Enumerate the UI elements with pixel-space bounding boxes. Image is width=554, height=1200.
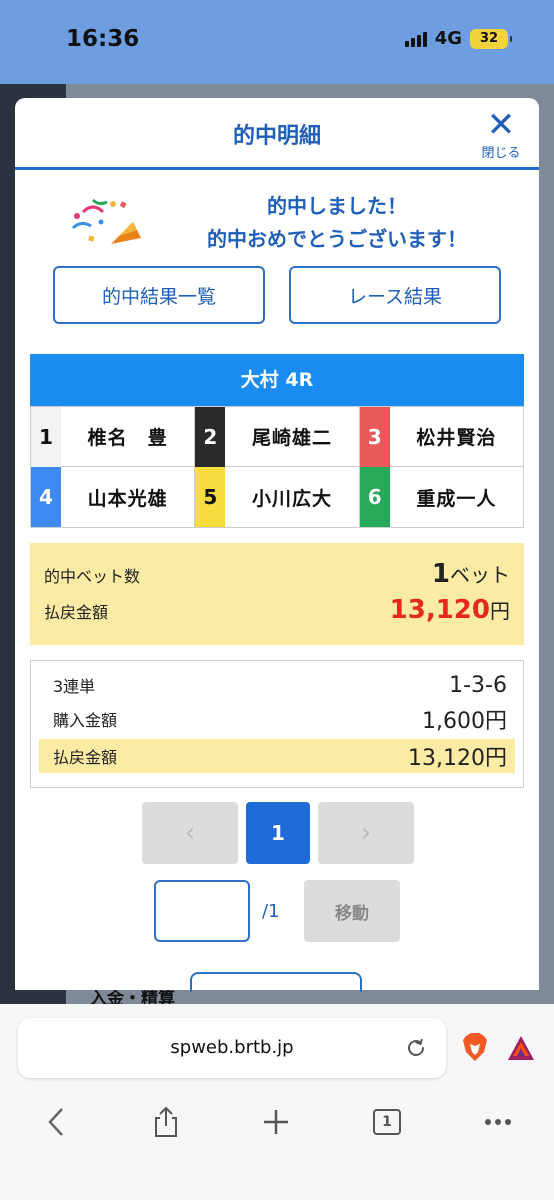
tab-count: 1	[373, 1109, 401, 1135]
racer-cell-6: 6 重成一人	[359, 467, 523, 527]
status-icons: 4G 32	[404, 28, 512, 49]
payout-unit: 円	[490, 599, 510, 623]
modal-header: 的中明細 ✕ 閉じる	[15, 98, 539, 170]
detail-payout-row: 払戻金額 13,120円	[39, 739, 515, 773]
detail-payout-label: 払戻金額	[53, 748, 118, 767]
prev-page-button[interactable]: ‹	[142, 802, 238, 864]
payout-value: 13,120円	[390, 595, 510, 625]
lane-badge: 2	[195, 406, 226, 467]
purchase-value: 1,600円	[422, 709, 507, 734]
move-button[interactable]: 移動	[304, 880, 400, 942]
congrats-message: 的中しました！ 的中おめでとうございます！	[135, 190, 539, 256]
congrats-line1: 的中しました！	[267, 194, 407, 218]
close-button[interactable]: ✕ 閉じる	[477, 105, 525, 161]
racer-cell-3: 3 松井賢治	[359, 406, 523, 467]
bet-type-label: 3連単	[53, 677, 96, 696]
lane-badge: 1	[31, 406, 61, 467]
close-label: 閉じる	[481, 146, 521, 161]
racer-row: 1 椎名 豊 2 尾崎雄二 3 松井賢治	[31, 406, 523, 467]
lane-badge: 4	[31, 467, 61, 527]
back-icon[interactable]	[36, 1104, 76, 1140]
payout-row: 払戻金額 13,120円	[44, 595, 510, 625]
racer-name: 尾崎雄二	[251, 427, 332, 449]
action-buttons: 的中結果一覧 レース結果	[53, 266, 501, 324]
combination-value: 1-3-6	[449, 672, 507, 698]
status-bar: 16:36 4G 32	[0, 0, 554, 84]
hit-bets-value: 1ベット	[432, 559, 510, 589]
page-jump: /1 移動	[154, 880, 400, 942]
hit-bets-label: 的中ベット数	[44, 567, 141, 586]
page-total: /1	[262, 900, 280, 922]
hit-detail-modal: 的中明細 ✕ 閉じる 的中しました！ 的中おめでとうございます！ 的中結果一覧 …	[15, 98, 539, 992]
racer-cell-5: 5 小川広大	[195, 467, 360, 527]
racer-name: 山本光雄	[87, 487, 168, 510]
battery-level: 32	[479, 30, 499, 46]
racer-name: 小川広大	[251, 487, 332, 510]
racer-cell-4: 4 山本光雄	[31, 467, 196, 527]
cellular-signal-icon	[404, 31, 427, 47]
hit-bets-row: 的中ベット数 1ベット	[44, 559, 510, 589]
lane-badge: 5	[195, 467, 226, 527]
racer-cell-2: 2 尾崎雄二	[195, 406, 360, 467]
hit-bets-unit: ベット	[450, 563, 510, 587]
current-page-button[interactable]: 1	[246, 802, 310, 864]
payout-label: 払戻金額	[44, 603, 109, 622]
purchase-label: 購入金額	[53, 711, 118, 730]
congrats-section: 的中しました！ 的中おめでとうございます！	[15, 170, 539, 260]
address-bar[interactable]: spweb.brtb.jp	[18, 1018, 446, 1078]
pagination: ‹ 1 ›	[142, 802, 414, 864]
racer-name: 椎名 豊	[87, 427, 168, 449]
page-number-input[interactable]	[154, 880, 250, 942]
next-page-button[interactable]: ›	[318, 802, 414, 864]
brave-lion-icon[interactable]	[462, 1032, 488, 1062]
payout-amount: 13,120	[389, 595, 490, 625]
lane-badge: 6	[359, 467, 390, 527]
browser-nav: 1	[0, 1100, 554, 1144]
status-time: 16:36	[66, 26, 140, 52]
race-title: 大村 4R	[30, 354, 524, 406]
hit-list-button[interactable]: 的中結果一覧	[53, 266, 265, 324]
hit-bets-count: 1	[431, 559, 450, 589]
reload-icon[interactable]	[404, 1036, 428, 1060]
lane-badge: 3	[359, 406, 390, 467]
racer-name: 松井賢治	[416, 427, 497, 449]
bet-type-row: 3連単 1-3-6	[39, 669, 515, 701]
network-type: 4G	[434, 28, 462, 49]
browser-toolbar: spweb.brtb.jp 1	[0, 1004, 554, 1200]
battery-icon: 32	[470, 28, 512, 49]
racer-table: 1 椎名 豊 2 尾崎雄二 3 松井賢治 4 山本光雄 5 小川広大 6 重成一…	[30, 406, 524, 528]
racer-name: 重成一人	[416, 487, 497, 510]
hit-summary: 的中ベット数 1ベット 払戻金額 13,120円	[30, 543, 524, 645]
modal-title: 的中明細	[232, 124, 321, 149]
congrats-line2: 的中おめでとうございます！	[207, 227, 467, 251]
detail-payout-value: 13,120円	[408, 746, 507, 771]
more-icon[interactable]	[478, 1104, 518, 1140]
bet-detail: 3連単 1-3-6 購入金額 1,600円 払戻金額 13,120円	[30, 660, 524, 788]
tabs-icon[interactable]: 1	[367, 1104, 407, 1140]
share-icon[interactable]	[146, 1104, 186, 1140]
racer-row: 4 山本光雄 5 小川広大 6 重成一人	[31, 467, 523, 527]
purchase-row: 購入金額 1,600円	[39, 703, 515, 735]
close-icon: ✕	[486, 105, 516, 145]
race-result-button[interactable]: レース結果	[289, 266, 501, 324]
url-text: spweb.brtb.jp	[170, 1037, 294, 1058]
bat-rewards-icon[interactable]	[506, 1034, 536, 1062]
racer-cell-1: 1 椎名 豊	[31, 406, 196, 467]
partial-button[interactable]	[190, 972, 362, 992]
new-tab-icon[interactable]	[256, 1104, 296, 1140]
